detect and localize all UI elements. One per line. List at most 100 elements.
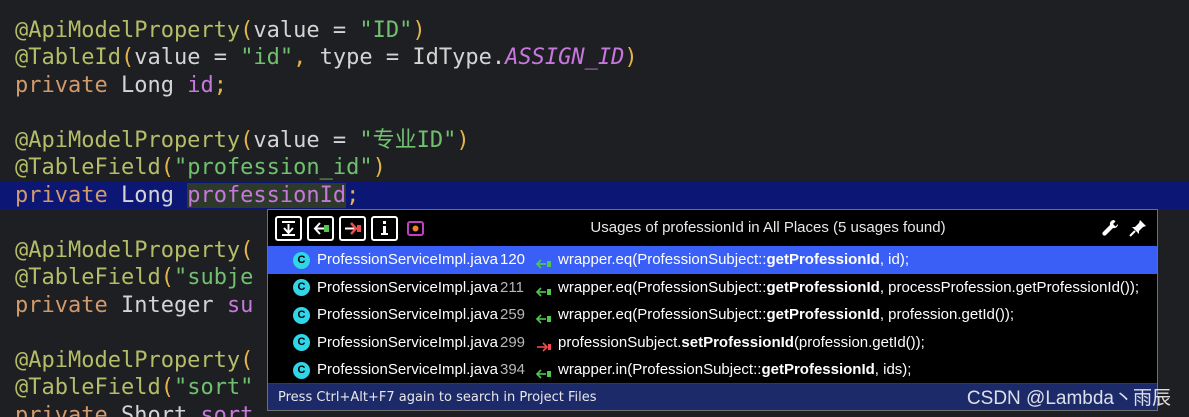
code-token: ; — [346, 182, 360, 208]
usage-line-number: 394 — [500, 361, 526, 378]
current-code-line[interactable]: private Long professionId; — [0, 181, 1189, 209]
code-token: id — [187, 72, 214, 98]
code-line[interactable]: @TableField("profession_id") — [0, 154, 1189, 182]
usage-code-suffix: (profession.getId()); — [793, 333, 925, 351]
usage-line-number: 211 — [500, 278, 524, 296]
code-token: private — [15, 292, 108, 318]
usage-row[interactable]: C ProfessionServiceImpl.java 394 wrapper.in… — [268, 356, 1157, 384]
code-line[interactable]: @ApiModelProperty(value = "专业ID") — [0, 127, 1189, 155]
code-token: Short — [107, 402, 201, 417]
merge-usages-icon[interactable] — [275, 216, 302, 241]
code-token: @ApiModelProperty — [15, 347, 241, 373]
code-token: ( — [160, 375, 174, 400]
usage-code-snippet: wrapper.eq(ProfessionSubject::getProfess… — [558, 301, 1014, 329]
code-token: @ApiModelProperty — [15, 17, 241, 43]
class-icon: C — [293, 306, 310, 324]
usage-code-prefix: professionSubject. — [558, 333, 682, 351]
code-token: , — [293, 45, 307, 70]
usage-line-number: 299 — [500, 333, 526, 351]
code-token: ( — [160, 155, 174, 180]
read-access-icon — [535, 308, 553, 324]
code-token: ) — [372, 155, 386, 180]
usage-file-name: ProfessionServiceImpl.java — [317, 251, 498, 268]
class-icon: C — [293, 251, 310, 269]
code-line[interactable]: private Long id; — [0, 72, 1189, 100]
code-token: ( — [240, 17, 254, 43]
usage-file-name: ProfessionServiceImpl.java — [317, 333, 498, 351]
code-token: "专业ID" — [359, 127, 457, 153]
code-token: value = — [134, 45, 241, 70]
info-icon[interactable] — [371, 216, 398, 241]
usage-method-name: setProfessionId — [681, 333, 794, 351]
code-token: ( — [240, 347, 254, 373]
usage-code-prefix: wrapper.eq(ProfessionSubject:: — [558, 306, 767, 323]
usage-code-prefix: wrapper.eq(ProfessionSubject:: — [558, 251, 767, 268]
usage-method-name: getProfessionId — [761, 361, 875, 378]
code-token: value = — [253, 127, 360, 153]
code-token: ( — [160, 265, 174, 290]
settings-wrench-icon[interactable] — [1100, 218, 1120, 238]
usage-line-number: 120 — [500, 251, 526, 268]
usage-file-name: ProfessionServiceImpl.java — [317, 361, 498, 378]
code-token: @TableField — [15, 265, 161, 290]
class-icon: C — [293, 279, 310, 296]
module-icon[interactable] — [405, 216, 432, 241]
usage-row[interactable]: C ProfessionServiceImpl.java 120 wrapper.eq… — [268, 246, 1157, 274]
code-token: @ApiModelProperty — [15, 127, 241, 153]
code-line[interactable]: @TableId(value = "id", type = IdType.ASS… — [0, 44, 1189, 72]
code-token: "subje — [173, 265, 254, 290]
code-token: Integer — [107, 292, 227, 318]
read-access-icon — [535, 281, 553, 297]
code-token: private — [15, 402, 108, 417]
watermark: CSDN @Lambda丶雨辰 — [966, 388, 1171, 409]
usage-code-snippet: wrapper.eq(ProfessionSubject::getProfess… — [558, 274, 1139, 302]
code-token: "id" — [240, 45, 294, 70]
usage-code-snippet: wrapper.eq(ProfessionSubject::getProfess… — [558, 246, 909, 274]
code-token: @TableId — [15, 45, 121, 70]
write-access-icon[interactable] — [339, 216, 366, 241]
class-icon: C — [293, 334, 310, 351]
read-access-icon — [535, 253, 553, 269]
usage-method-name: getProfessionId — [766, 306, 880, 323]
read-access-icon[interactable] — [307, 216, 334, 241]
code-token: ( — [120, 45, 135, 70]
pin-icon[interactable] — [1128, 218, 1148, 238]
usage-row[interactable]: C ProfessionServiceImpl.java 211 wrapper.eq… — [268, 274, 1157, 302]
usage-line-number: 259 — [500, 306, 526, 323]
usage-method-name: getProfessionId — [766, 251, 880, 268]
code-token: "sort" — [173, 375, 254, 400]
code-token: ASSIGN_ID — [505, 45, 625, 70]
usage-file-name: ProfessionServiceImpl.java — [317, 306, 498, 323]
code-token: ( — [240, 127, 254, 153]
popup-toolbar: Usages of professionId in All Places (5 … — [268, 210, 1157, 245]
code-token: value = — [253, 17, 360, 43]
code-token: ) — [456, 127, 470, 153]
popup-title: Usages of professionId in All Places (5 … — [590, 219, 946, 236]
code-token: ( — [240, 237, 254, 263]
usage-row[interactable]: C ProfessionServiceImpl.java 299 profession… — [268, 329, 1157, 357]
usage-row[interactable]: C ProfessionServiceImpl.java 259 wrapper.eq… — [268, 301, 1157, 329]
read-access-icon — [535, 363, 553, 379]
code-token: Long — [107, 182, 188, 208]
code-line[interactable] — [0, 99, 1189, 127]
code-token: Long — [107, 72, 188, 98]
usage-code-suffix: , id); — [879, 251, 909, 268]
usage-code-suffix: , ids); — [874, 361, 912, 378]
code-token: ) — [624, 45, 638, 70]
find-usages-popup: Usages of professionId in All Places (5 … — [267, 209, 1158, 411]
code-token: @TableField — [15, 375, 161, 400]
code-token: private — [15, 182, 108, 208]
usage-code-prefix: wrapper.eq(ProfessionSubject:: — [558, 278, 767, 296]
usage-code-snippet: professionSubject.setProfessionId(profes… — [558, 329, 925, 357]
usage-code-prefix: wrapper.in(ProfessionSubject:: — [558, 361, 762, 378]
code-token: @ApiModelProperty — [15, 237, 241, 263]
class-icon: C — [293, 361, 310, 379]
code-token: @TableField — [15, 155, 161, 180]
code-token: "ID" — [359, 17, 413, 43]
code-token: type = IdType. — [306, 45, 506, 70]
usage-code-suffix: , processProfession.getProfessionId()); — [879, 278, 1140, 296]
code-token: private — [15, 72, 108, 98]
usage-method-name: getProfessionId — [766, 278, 880, 296]
code-token: su — [226, 292, 254, 318]
code-line[interactable]: @ApiModelProperty(value = "ID") — [0, 17, 1189, 45]
